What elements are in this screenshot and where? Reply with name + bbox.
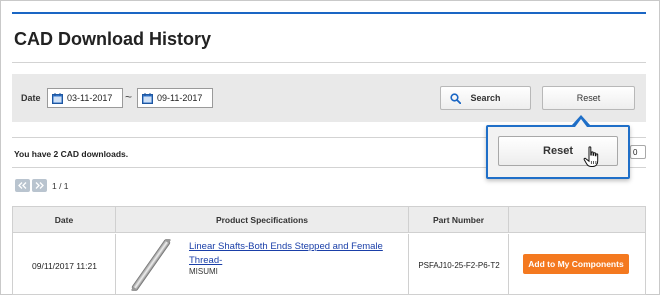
search-button-label: Search bbox=[470, 93, 501, 103]
date-to-field[interactable]: 09-11-2017 bbox=[137, 88, 213, 108]
reset-callout: Reset bbox=[486, 125, 630, 179]
product-thumbnail[interactable] bbox=[126, 239, 176, 291]
date-from-value: 03-11-2017 bbox=[67, 93, 113, 103]
per-page-value: 0 bbox=[633, 147, 638, 157]
title-divider bbox=[12, 62, 646, 63]
double-chevron-left-icon bbox=[18, 182, 27, 189]
download-count-text: You have 2 CAD downloads. bbox=[14, 149, 129, 159]
hand-cursor-icon bbox=[583, 146, 599, 167]
header-actions bbox=[509, 207, 645, 233]
double-chevron-right-icon bbox=[35, 182, 44, 189]
product-spec-link[interactable]: Linear Shafts-Both Ends Stepped and Fema… bbox=[189, 240, 404, 268]
date-from-field[interactable]: 03-11-2017 bbox=[47, 88, 123, 108]
search-icon bbox=[450, 93, 461, 104]
reset-button[interactable]: Reset bbox=[542, 86, 635, 110]
add-to-my-components-button[interactable]: Add to My Components bbox=[523, 254, 629, 274]
table-header: Date Product Specifications Part Number bbox=[13, 207, 645, 233]
reset-button-label: Reset bbox=[576, 93, 601, 103]
header-accent-rule bbox=[12, 12, 646, 14]
date-to-value: 09-11-2017 bbox=[157, 93, 203, 103]
previous-page-button[interactable] bbox=[15, 179, 30, 192]
page-title: CAD Download History bbox=[14, 29, 212, 49]
date-label: Date bbox=[21, 93, 41, 103]
per-page-select[interactable]: 0 bbox=[630, 145, 646, 159]
header-date: Date bbox=[13, 207, 116, 233]
next-page-button[interactable] bbox=[32, 179, 47, 192]
row-date: 09/11/2017 11:21 bbox=[32, 261, 97, 271]
search-button[interactable]: Search bbox=[440, 86, 531, 110]
callout-pointer-fill bbox=[575, 119, 587, 127]
table-row: 09/11/2017 11:21 Linear Shafts-Both Ends… bbox=[13, 234, 645, 294]
date-range-separator: ~ bbox=[125, 90, 133, 104]
product-maker: MISUMI bbox=[189, 267, 218, 276]
header-part-number: Part Number bbox=[409, 207, 509, 233]
page-indicator: 1 / 1 bbox=[52, 181, 69, 191]
filter-bar: Date 03-11-2017 ~ 09-11-2017 Search Rese… bbox=[12, 74, 646, 122]
calendar-icon[interactable] bbox=[52, 92, 63, 104]
row-part-number: PSFAJ10-25-F2-P6-T2 bbox=[418, 261, 500, 270]
downloads-table: Date Product Specifications Part Number … bbox=[12, 206, 646, 295]
calendar-icon[interactable] bbox=[142, 92, 153, 104]
header-product-specifications: Product Specifications bbox=[116, 207, 409, 233]
